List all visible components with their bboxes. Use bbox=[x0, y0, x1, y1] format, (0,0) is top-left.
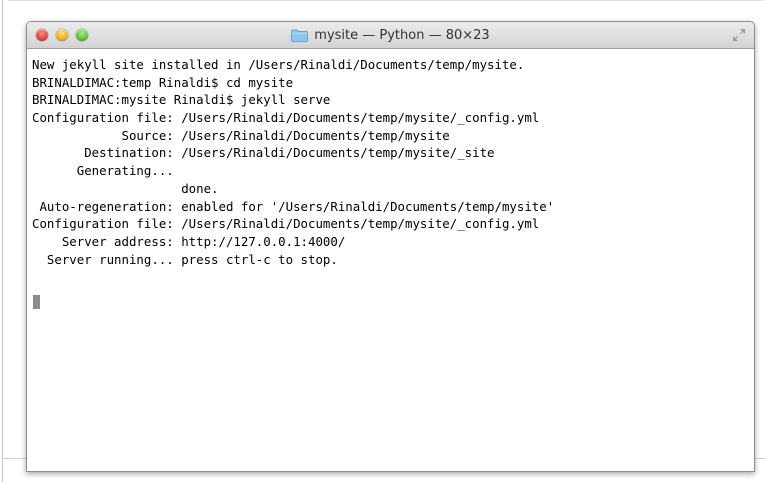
terminal-line: done. bbox=[32, 180, 219, 196]
terminal-line: Destination: /Users/Rinaldi/Documents/te… bbox=[32, 145, 495, 161]
terminal-line: Server address: http://127.0.0.1:4000/ bbox=[32, 233, 346, 249]
window-title-group: mysite — Python — 80×23 bbox=[27, 22, 754, 48]
window-titlebar[interactable]: mysite — Python — 80×23 bbox=[27, 22, 754, 49]
terminal-line: BRINALDIMAC:mysite Rinaldi$ jekyll serve bbox=[32, 92, 331, 108]
terminal-line: Auto-regeneration: enabled for '/Users/R… bbox=[32, 198, 555, 214]
terminal-window: mysite — Python — 80×23 New jekyll site … bbox=[26, 21, 755, 472]
page-background: mysite — Python — 80×23 New jekyll site … bbox=[0, 0, 765, 482]
terminal-output[interactable]: New jekyll site installed in /Users/Rina… bbox=[27, 49, 754, 471]
window-title: mysite — Python — 80×23 bbox=[314, 27, 490, 43]
terminal-line: Server running... press ctrl-c to stop. bbox=[32, 251, 338, 267]
terminal-line: BRINALDIMAC:temp Rinaldi$ cd mysite bbox=[32, 74, 294, 90]
terminal-cursor bbox=[33, 295, 40, 309]
fullscreen-icon[interactable] bbox=[732, 28, 746, 42]
terminal-line: Configuration file: /Users/Rinaldi/Docum… bbox=[32, 216, 540, 232]
terminal-line: New jekyll site installed in /Users/Rina… bbox=[32, 57, 525, 72]
page-left-rule bbox=[2, 0, 3, 482]
terminal-line: Source: /Users/Rinaldi/Documents/temp/my… bbox=[32, 127, 450, 143]
folder-icon bbox=[291, 29, 309, 42]
terminal-line: Generating... bbox=[32, 163, 174, 179]
terminal-line: Configuration file: /Users/Rinaldi/Docum… bbox=[32, 110, 540, 126]
page-top-rule bbox=[8, 0, 763, 1]
terminal-lines: New jekyll site installed in /Users/Rina… bbox=[32, 56, 554, 268]
